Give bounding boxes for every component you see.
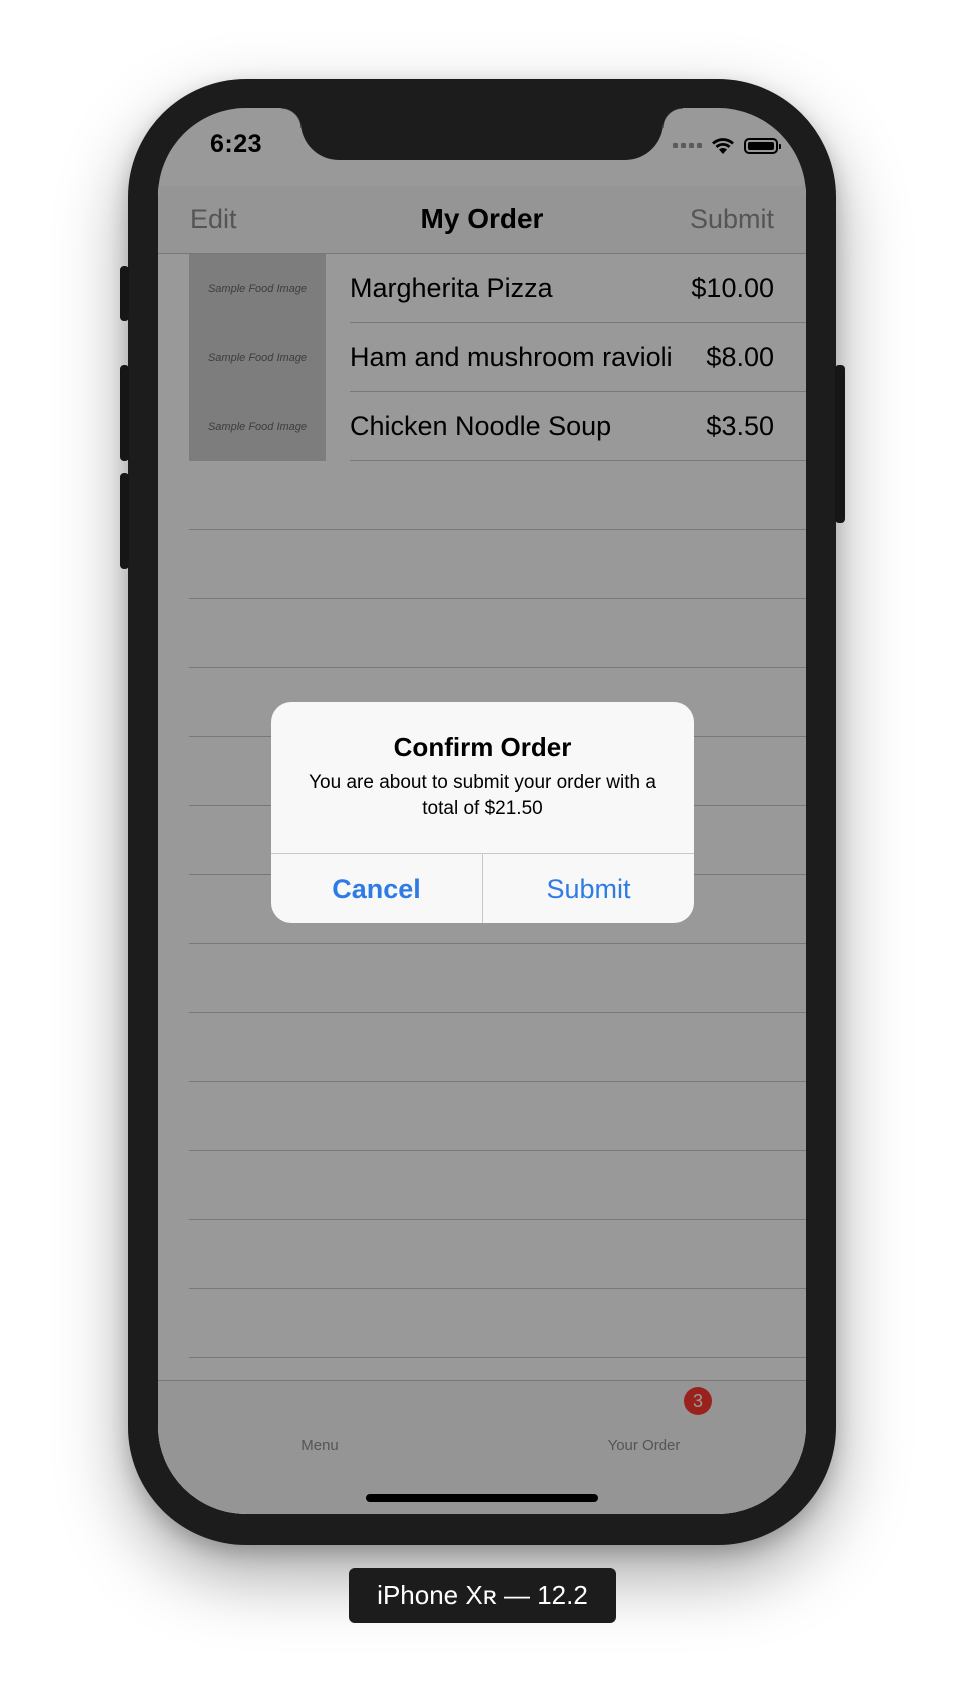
power-button: [835, 365, 845, 523]
submit-button[interactable]: Submit: [483, 854, 694, 923]
device-screen: 6:23 Edit My Order Submit Sample Food Im…: [158, 108, 806, 1514]
cancel-button[interactable]: Cancel: [271, 854, 483, 923]
device-notch: [281, 108, 683, 160]
alert-message: You are about to submit your order with …: [309, 772, 656, 819]
alert-title: Confirm Order: [393, 732, 572, 762]
simulator-stage: 6:23 Edit My Order Submit Sample Food Im…: [0, 0, 966, 1696]
volume-down-button: [120, 473, 129, 569]
confirm-order-alert: Confirm Order You are about to submit yo…: [271, 702, 694, 923]
device-caption: iPhone Xʀ — 12.2: [349, 1568, 616, 1623]
alert-actions: Cancel Submit: [271, 853, 694, 923]
mute-switch: [120, 266, 129, 321]
home-indicator[interactable]: [366, 1494, 598, 1502]
volume-up-button: [120, 365, 129, 461]
